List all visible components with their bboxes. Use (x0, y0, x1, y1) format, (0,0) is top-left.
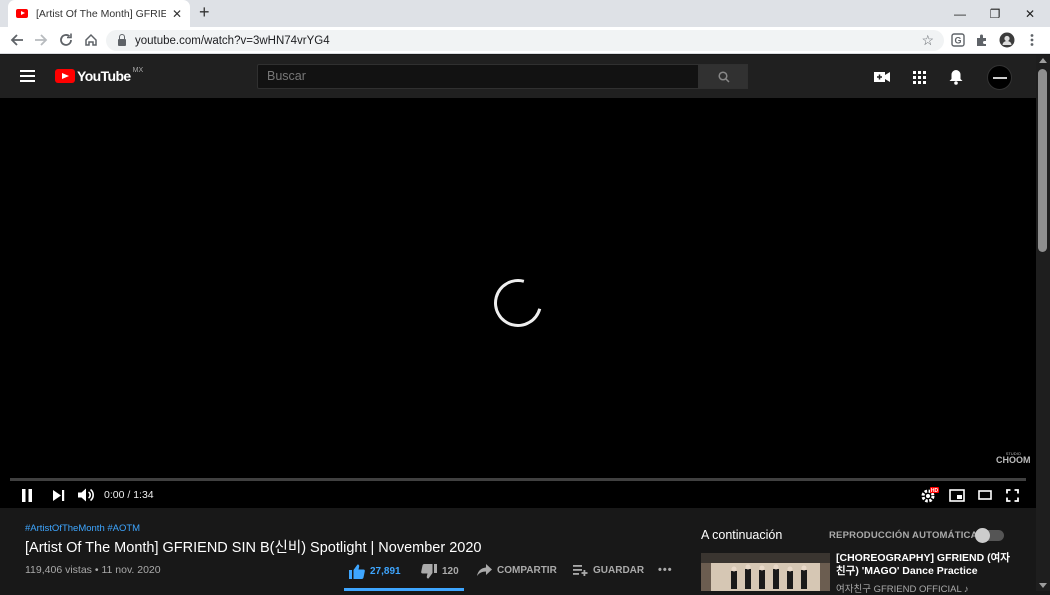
watermark-text: CHOOM (996, 455, 1031, 465)
page-scrollbar[interactable] (1036, 55, 1050, 591)
search-input[interactable]: Buscar (257, 64, 699, 89)
thumbs-down-icon (421, 564, 437, 579)
scrollbar-thumb[interactable] (1038, 69, 1047, 252)
youtube-logo[interactable]: YouTube MX (55, 66, 144, 84)
video-hashtags[interactable]: #ArtistOfTheMonth #AOTM (25, 523, 140, 534)
search-icon (717, 70, 730, 83)
thumbs-up-icon (349, 564, 365, 579)
tab-title: [Artist Of The Month] GFRIEND SIN B(신비) … (36, 8, 166, 20)
settings-button[interactable]: HD (920, 486, 940, 504)
pause-icon (22, 488, 32, 502)
youtube-favicon-icon (16, 9, 28, 18)
browser-tab-strip: [Artist Of The Month] GFRIEND SIN B(신비) … (0, 0, 1050, 27)
loading-spinner-icon (485, 270, 551, 336)
playlist-add-icon (573, 565, 588, 576)
time-display: 0:00 / 1:34 (104, 489, 154, 501)
extension-g-icon[interactable]: G (950, 32, 966, 48)
share-label: COMPARTIR (497, 564, 557, 576)
skip-next-icon (53, 489, 65, 501)
back-arrow-icon[interactable] (7, 30, 27, 50)
forward-arrow-icon[interactable] (31, 30, 51, 50)
fullscreen-button[interactable] (1003, 486, 1021, 504)
region-code: MX (132, 66, 144, 74)
browser-menu-icon[interactable] (1024, 32, 1040, 48)
browser-toolbar: youtube.com/watch?v=3wHN74vrYG4 ☆ G (0, 27, 1050, 54)
new-tab-button[interactable]: + (199, 2, 210, 23)
miniplayer-icon (949, 488, 965, 502)
volume-button[interactable] (76, 486, 96, 504)
apps-grid-icon[interactable] (910, 68, 928, 86)
close-window-button[interactable]: ✕ (1012, 0, 1048, 27)
youtube-play-logo-icon (55, 69, 75, 83)
save-label: GUARDAR (593, 564, 645, 576)
profile-avatar-icon[interactable] (999, 32, 1015, 48)
bookmark-star-icon[interactable]: ☆ (921, 32, 934, 49)
video-player[interactable]: STUDIO CHOOM 0:00 / 1:34 HD (0, 98, 1036, 508)
up-next-heading: A continuación (701, 528, 783, 542)
channel-watermark[interactable]: STUDIO CHOOM (996, 450, 1031, 465)
theater-mode-button[interactable] (976, 486, 994, 504)
settings-gear-hd-icon: HD (921, 487, 939, 503)
more-actions-icon[interactable]: ••• (658, 564, 673, 576)
progress-bar[interactable] (10, 478, 1026, 481)
dislike-button[interactable]: 120 (421, 564, 459, 579)
scroll-down-arrow-icon[interactable] (1039, 583, 1047, 588)
video-title: [Artist Of The Month] GFRIEND SIN B(신비) … (25, 540, 482, 556)
svg-text:G: G (954, 36, 961, 46)
next-video-button[interactable] (51, 486, 67, 504)
share-button[interactable]: COMPARTIR (477, 564, 557, 576)
lock-icon (118, 33, 126, 46)
hamburger-menu-icon[interactable] (20, 70, 35, 82)
restore-button[interactable]: ❐ (977, 0, 1013, 27)
autoplay-toggle[interactable] (975, 528, 1004, 543)
recommended-video-channel[interactable]: 여자친구 GFRIEND OFFICIAL ♪ (836, 581, 969, 595)
share-arrow-icon (477, 564, 492, 576)
video-view-count-date: 119,406 vistas • 11 nov. 2020 (25, 564, 161, 576)
dislike-count: 120 (442, 566, 459, 577)
browser-tab[interactable]: [Artist Of The Month] GFRIEND SIN B(신비) … (8, 0, 190, 27)
video-info-section: #ArtistOfTheMonth #AOTM [Artist Of The M… (0, 508, 1036, 595)
search-button[interactable] (699, 64, 748, 89)
youtube-masthead: YouTube MX Buscar (0, 55, 1036, 98)
url-text: youtube.com/watch?v=3wHN74vrYG4 (135, 34, 330, 47)
minimize-button[interactable]: — (942, 0, 978, 27)
reload-icon[interactable] (56, 30, 76, 50)
notifications-bell-icon[interactable] (947, 68, 965, 86)
like-button[interactable]: 27,891 (349, 564, 401, 579)
svg-text:HD: HD (931, 488, 939, 494)
toggle-knob (975, 528, 990, 543)
like-count: 27,891 (370, 566, 401, 577)
tab-close-icon[interactable]: ✕ (172, 7, 182, 21)
extensions-puzzle-icon[interactable] (974, 32, 990, 48)
theater-mode-icon (978, 490, 992, 500)
avatar-logo-icon (992, 76, 1007, 79)
logo-text: YouTube (77, 68, 131, 84)
recommended-video-thumbnail[interactable] (701, 553, 830, 591)
user-avatar[interactable] (987, 65, 1012, 90)
volume-icon (77, 488, 94, 502)
autoplay-label: REPRODUCCIÓN AUTOMÁTICA (829, 530, 978, 541)
create-video-icon[interactable] (873, 68, 891, 86)
home-icon[interactable] (81, 30, 101, 50)
recommended-video-title[interactable]: [CHOREOGRAPHY] GFRIEND (여자친구) 'MAGO' Dan… (836, 552, 1011, 578)
pause-button[interactable] (19, 486, 35, 504)
fullscreen-icon (1005, 488, 1019, 502)
save-button[interactable]: GUARDAR (573, 564, 644, 576)
address-bar[interactable]: youtube.com/watch?v=3wHN74vrYG4 ☆ (106, 30, 944, 51)
scroll-up-arrow-icon[interactable] (1039, 58, 1047, 63)
miniplayer-button[interactable] (948, 486, 966, 504)
